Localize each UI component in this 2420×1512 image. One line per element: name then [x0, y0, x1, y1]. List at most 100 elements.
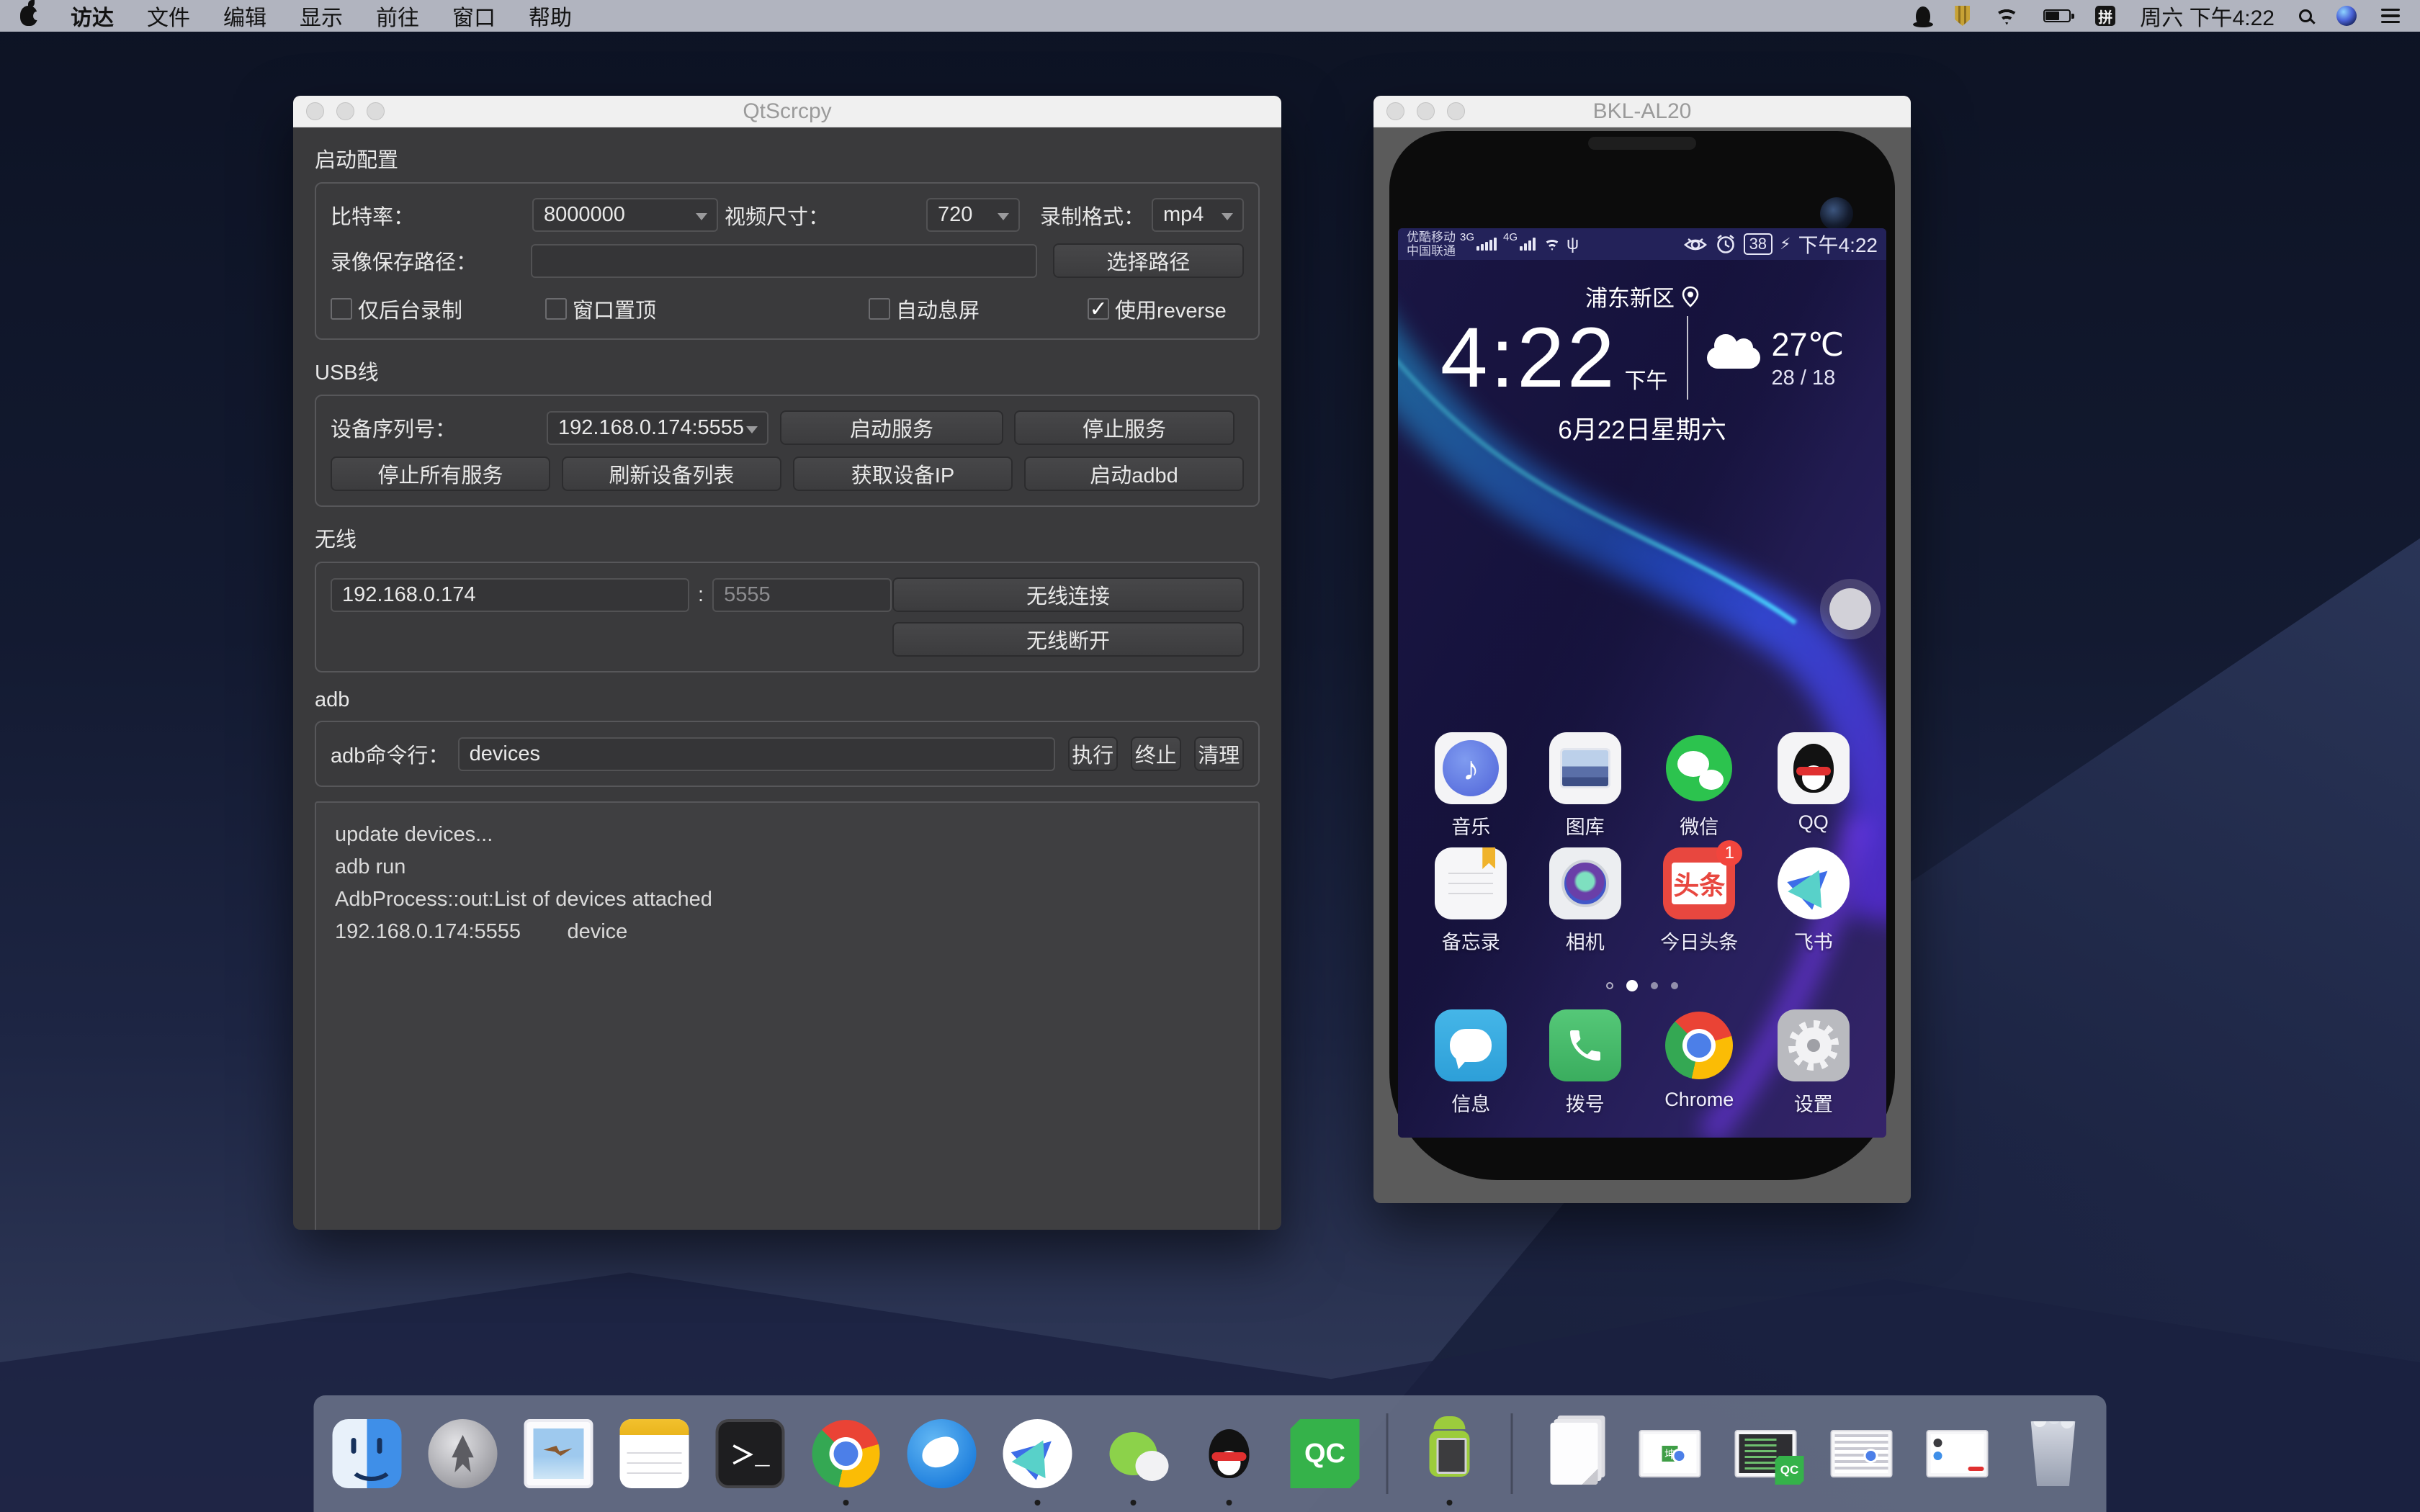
- assistive-touch-ball[interactable]: [1820, 579, 1881, 639]
- choose-path-button[interactable]: 选择路径: [1053, 243, 1244, 278]
- menu-help[interactable]: 帮助: [529, 0, 572, 32]
- terminal-dock-icon[interactable]: ＞_: [716, 1419, 785, 1488]
- qtcreator-dock-icon[interactable]: QC: [1291, 1419, 1360, 1488]
- menu-app-name[interactable]: 访达: [71, 0, 114, 32]
- finder-dock-icon[interactable]: [333, 1419, 402, 1488]
- settings-app-icon[interactable]: [1778, 1009, 1850, 1081]
- notes-dock-icon[interactable]: [620, 1419, 689, 1488]
- adb-clear-button[interactable]: 清理: [1194, 737, 1245, 771]
- app-notes[interactable]: 备忘录: [1414, 847, 1528, 955]
- start-adbd-button[interactable]: 启动adbd: [1024, 456, 1244, 491]
- app-camera[interactable]: 相机: [1528, 847, 1643, 955]
- launchpad-dock-icon[interactable]: [429, 1419, 498, 1488]
- qq-app-icon[interactable]: [1778, 732, 1850, 804]
- bitrate-combobox[interactable]: 8000000: [532, 198, 718, 232]
- phone-window-titlebar[interactable]: BKL-AL20: [1373, 96, 1911, 127]
- toutiao-app-icon[interactable]: 头条 1: [1663, 847, 1735, 919]
- close-window-button[interactable]: [306, 102, 324, 120]
- menu-edit[interactable]: 编辑: [223, 0, 266, 32]
- chrome-dock-icon[interactable]: [812, 1419, 881, 1488]
- menu-view[interactable]: 显示: [300, 0, 343, 32]
- input-method-icon[interactable]: 拼: [2095, 6, 2115, 26]
- documents-stack-icon[interactable]: [1540, 1419, 1609, 1488]
- charging-bolt-icon: ⚡: [1780, 235, 1791, 253]
- app-messages[interactable]: 信息: [1414, 1009, 1528, 1117]
- wifi-icon[interactable]: [1994, 7, 2019, 25]
- app-dialer[interactable]: 拨号: [1528, 1009, 1643, 1117]
- wechat-app-icon[interactable]: [1663, 732, 1735, 804]
- app-feishu[interactable]: 飞书: [1757, 847, 1871, 955]
- music-app-icon[interactable]: ♪: [1435, 732, 1507, 804]
- feishu-app-icon[interactable]: [1778, 847, 1850, 919]
- app-toutiao[interactable]: 头条 1 今日头条: [1642, 847, 1757, 955]
- phone-screen[interactable]: 优酷移动 中国联通 3G 4G ψ: [1398, 228, 1886, 1138]
- checkbox-box[interactable]: [331, 298, 352, 320]
- trash-icon[interactable]: [2019, 1419, 2088, 1488]
- minimized-qq-chat-window[interactable]: [1923, 1419, 1992, 1488]
- auto-screen-off-checkbox[interactable]: 自动息屏: [869, 294, 980, 324]
- menubar-clock[interactable]: 周六 下午4:22: [2140, 0, 2275, 32]
- blue-fish-app-dock-icon[interactable]: [908, 1419, 977, 1488]
- app-wechat[interactable]: 微信: [1642, 732, 1757, 840]
- video-size-combobox[interactable]: 720: [926, 198, 1020, 232]
- siri-icon[interactable]: [2336, 6, 2357, 26]
- app-settings[interactable]: 设置: [1757, 1009, 1871, 1117]
- background-record-checkbox[interactable]: 仅后台录制: [331, 294, 462, 324]
- qq-status-icon[interactable]: [1916, 6, 1930, 26]
- close-window-button[interactable]: [1386, 102, 1404, 120]
- app-qq[interactable]: QQ: [1757, 732, 1871, 840]
- serial-combobox[interactable]: 192.168.0.174:5555: [547, 411, 768, 445]
- dialer-app-icon[interactable]: [1549, 1009, 1621, 1081]
- menu-file[interactable]: 文件: [147, 0, 190, 32]
- adb-command-input[interactable]: devices: [458, 737, 1055, 771]
- use-reverse-checkbox[interactable]: ✓ 使用reverse: [1088, 294, 1227, 324]
- minimized-chrome-web-window[interactable]: [1827, 1419, 1896, 1488]
- adb-run-button[interactable]: 执行: [1068, 737, 1119, 771]
- apple-menu-icon[interactable]: [20, 6, 37, 26]
- zoom-window-button[interactable]: [1447, 102, 1465, 120]
- minimize-window-button[interactable]: [1417, 102, 1435, 120]
- wireless-disconnect-button[interactable]: 无线断开: [892, 622, 1244, 657]
- wechat-dock-icon[interactable]: [1099, 1419, 1168, 1488]
- app-music[interactable]: ♪ 音乐: [1414, 732, 1528, 840]
- wifi-icon: [1543, 238, 1561, 251]
- checkbox-box[interactable]: [545, 298, 567, 320]
- messages-app-icon[interactable]: [1435, 1009, 1507, 1081]
- menu-window[interactable]: 窗口: [452, 0, 496, 32]
- checkbox-box-checked[interactable]: ✓: [1088, 298, 1109, 320]
- minimize-window-button[interactable]: [336, 102, 354, 120]
- qq-dock-icon[interactable]: [1195, 1419, 1264, 1488]
- stop-all-services-button[interactable]: 停止所有服务: [331, 456, 550, 491]
- app-chrome[interactable]: Chrome: [1642, 1009, 1757, 1117]
- spotlight-search-icon[interactable]: [2299, 9, 2312, 22]
- stop-service-button[interactable]: 停止服务: [1014, 410, 1234, 445]
- record-path-input[interactable]: [531, 244, 1037, 278]
- wireless-ip-input[interactable]: 192.168.0.174: [331, 578, 689, 612]
- android-tool-dock-icon[interactable]: [1415, 1419, 1484, 1488]
- qtscrcpy-titlebar[interactable]: QtScrcpy: [293, 96, 1281, 127]
- checkbox-box[interactable]: [869, 298, 890, 320]
- notification-center-icon[interactable]: [2381, 9, 2400, 24]
- refresh-device-list-button[interactable]: 刷新设备列表: [562, 456, 781, 491]
- log-output[interactable]: update devices...adb runAdbProcess::out:…: [315, 801, 1260, 1230]
- minimized-qtcreator-window[interactable]: QC: [1731, 1419, 1801, 1488]
- battery-icon[interactable]: [2043, 9, 2071, 22]
- gallery-app-icon[interactable]: [1549, 732, 1621, 804]
- app-gallery[interactable]: 图库: [1528, 732, 1643, 840]
- always-on-top-checkbox[interactable]: 窗口置顶: [545, 294, 656, 324]
- adb-stop-button[interactable]: 终止: [1131, 737, 1181, 771]
- zoom-window-button[interactable]: [367, 102, 385, 120]
- menu-go[interactable]: 前往: [376, 0, 419, 32]
- get-device-ip-button[interactable]: 获取设备IP: [793, 456, 1013, 491]
- mail-dock-icon[interactable]: [524, 1419, 593, 1488]
- record-format-combobox[interactable]: mp4: [1152, 198, 1244, 232]
- shield-status-icon[interactable]: [1955, 6, 1970, 26]
- wireless-connect-button[interactable]: 无线连接: [892, 577, 1244, 612]
- chrome-app-icon[interactable]: [1663, 1009, 1735, 1081]
- minimized-chrome-doc-window[interactable]: 坤: [1636, 1419, 1705, 1488]
- notes-app-icon[interactable]: [1435, 847, 1507, 919]
- feishu-dock-icon[interactable]: [1003, 1419, 1072, 1488]
- camera-app-icon[interactable]: [1549, 847, 1621, 919]
- start-service-button[interactable]: 启动服务: [780, 410, 1003, 445]
- wireless-port-input[interactable]: 5555: [712, 578, 892, 612]
